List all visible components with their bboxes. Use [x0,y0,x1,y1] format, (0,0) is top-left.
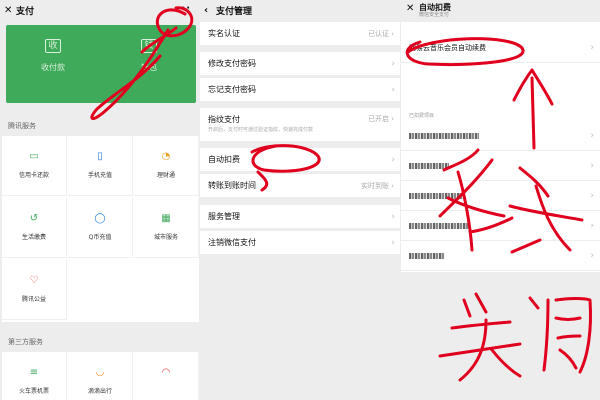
wallet-card: 收 收付款 钱 钱包 [6,25,196,103]
row-value: 实时到账 › [360,181,394,190]
service-third-3[interactable]: ◠ [134,352,199,400]
service-label: 信用卡还款 [18,172,49,179]
row-service-management[interactable]: 服务管理 › [200,205,400,229]
chevron-right-icon: › [590,191,594,201]
service-city[interactable]: ▦ 城市服务 [134,198,199,258]
auto-deduct-list: 网易云音乐会员自动续费 › 已扣费项目 › › › › › [401,22,600,272]
chevron-right-icon: › [391,237,395,248]
service-label: 城市服务 [153,234,178,241]
service-icon: ◠ [161,367,171,378]
row-label: 指纹支付 [208,115,240,124]
auto-deduct-panel: ✕ 自动扣费 微信安全支付 网易云音乐会员自动续费 › 已扣费项目 › › › … [401,0,600,400]
qr-scan-icon: 收 [45,39,61,53]
train-icon: ≡ [29,367,39,378]
service-train-flight[interactable]: ≡ 火车票机票 [2,352,67,400]
city-icon: ▦ [161,213,171,224]
service-label: 手机充值 [87,172,112,179]
redacted-text [409,253,444,259]
pay-panel: ✕ 支付 ··· 收 收付款 钱 钱包 腾讯服务 ▭ 信用卡还款 ▯ 手机充值 … [0,0,199,400]
chevron-right-icon: › [391,58,395,69]
wealth-icon: ◔ [161,151,171,162]
service-label: 理财通 [156,172,175,179]
didi-icon: ◡ [95,367,105,378]
pay-top-bar: ✕ 支付 ··· [0,0,199,20]
phone-icon: ▯ [97,151,103,162]
row-cancel-wechat-pay[interactable]: 注销微信支付 › [200,231,400,255]
row-label: 忘记支付密码 [208,85,256,94]
list-item[interactable]: › [401,182,600,211]
row-description: 开启后，支付时可通过验证指纹，快速完成付款 [208,127,314,133]
redacted-text [409,223,469,229]
pay-management-title: 支付管理 [216,6,253,17]
wallet-icon: 钱 [141,39,157,53]
wallet-label: 钱包 [141,63,157,72]
auto-deduct-subtitle: 微信安全支付 [419,12,450,18]
tencent-services-grid: ▭ 信用卡还款 ▯ 手机充值 ◔ 理财通 ↺ 生活缴费 ◯ Q币充值 ▦ 城市服… [2,136,199,322]
third-party-title: 第三方服务 [8,338,43,346]
row-fingerprint[interactable]: 指纹支付 已开启 › 开启后，支付时可通过验证指纹，快速完成付款 [200,108,400,142]
redacted-text [409,163,449,169]
list-item[interactable]: › [401,242,600,271]
pay-title: 支付 [16,6,35,17]
chevron-right-icon: › [590,221,594,231]
item-label: 网易云音乐会员自动续费 [409,44,486,52]
row-value: 已认证 › [367,29,394,38]
row-real-name[interactable]: 实名认证 已认证 › [200,22,400,46]
service-label: 腾讯公益 [21,296,46,303]
section-header: 已扣费项目 [409,113,435,119]
pay-management-panel: ‹ 支付管理 实名认证 已认证 › 修改支付密码 › 忘记支付密码 › 指纹支付… [200,0,400,400]
row-auto-deduct[interactable]: 自动扣费 › [200,148,400,172]
list-item[interactable]: › [401,152,600,181]
credit-card-icon: ▭ [29,151,39,162]
more-menu-icon[interactable]: ··· [177,3,191,14]
collect-pay-label: 收付款 [41,63,65,72]
close-icon[interactable]: ✕ [406,3,414,14]
chevron-right-icon: › [391,211,395,222]
row-label: 实名认证 [208,29,240,38]
service-phone-topup[interactable]: ▯ 手机充值 [68,136,133,196]
collect-pay-button[interactable]: 收 收付款 [18,39,88,73]
third-party-grid: ≡ 火车票机票 ◡ 滴滴出行 ◠ [2,352,199,400]
service-label: 生活缴费 [21,234,46,241]
pay-management-top-bar: ‹ 支付管理 [200,0,400,20]
row-label: 转账到账时间 [208,181,256,190]
row-change-password[interactable]: 修改支付密码 › [200,52,400,76]
row-label: 修改支付密码 [208,59,256,68]
chevron-right-icon: › [590,161,594,171]
service-wealth[interactable]: ◔ 理财通 [134,136,199,196]
chevron-right-icon: › [391,154,395,165]
service-utilities[interactable]: ↺ 生活缴费 [2,198,67,258]
row-label: 注销微信支付 [208,238,256,247]
service-credit-card[interactable]: ▭ 信用卡还款 [2,136,67,196]
close-icon[interactable]: ✕ [4,5,16,16]
service-label: 火车票机票 [18,388,49,395]
wallet-button[interactable]: 钱 钱包 [114,39,184,73]
chevron-right-icon: › [391,84,395,95]
service-label: Q币充值 [88,234,112,241]
chevron-right-icon: › [590,131,594,141]
chevron-right-icon: › [590,251,594,261]
utilities-icon: ↺ [29,213,39,224]
service-didi[interactable]: ◡ 滴滴出行 [68,352,133,400]
redacted-text [409,133,479,139]
row-value: 已开启 › [367,115,394,123]
item-netease-music[interactable]: 网易云音乐会员自动续费 › [401,34,600,63]
qq-icon: ◯ [94,213,106,224]
list-item[interactable]: › [401,212,600,241]
chevron-right-icon: › [590,43,594,53]
row-transfer-time[interactable]: 转账到账时间 实时到账 › [200,174,400,198]
service-label: 滴滴出行 [87,388,112,395]
heart-icon: ♡ [29,275,39,286]
row-label: 自动扣费 [208,155,240,164]
back-icon[interactable]: ‹ [204,5,216,16]
tencent-services-title: 腾讯服务 [8,122,36,130]
row-label: 服务管理 [208,212,240,221]
list-item[interactable]: › [401,122,600,151]
row-forgot-password[interactable]: 忘记支付密码 › [200,78,400,102]
service-charity[interactable]: ♡ 腾讯公益 [2,260,67,320]
service-qcoin[interactable]: ◯ Q币充值 [68,198,133,258]
redacted-text [409,193,464,199]
